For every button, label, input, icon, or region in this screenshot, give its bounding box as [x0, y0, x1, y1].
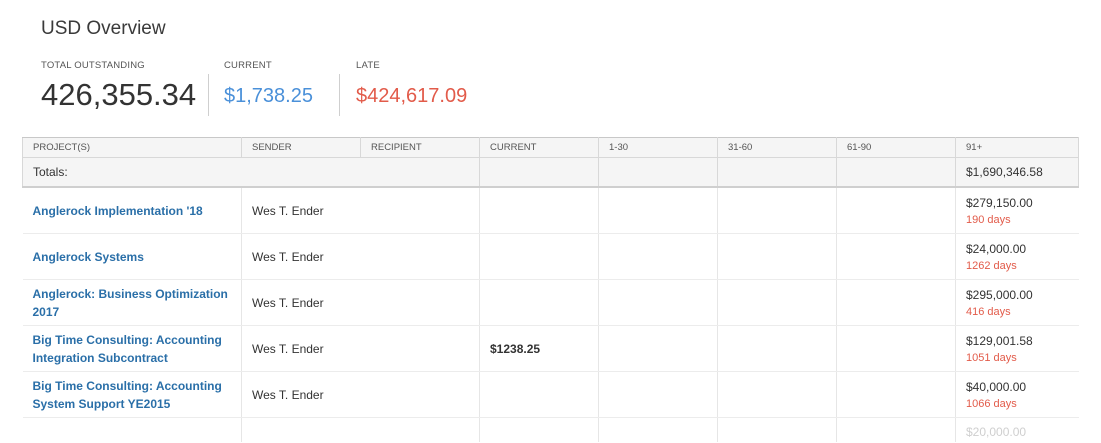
project-cell: Anglerock Systems — [22, 233, 242, 280]
current-label: CURRENT — [224, 60, 272, 71]
sender-cell: Wes T. Ender — [241, 325, 361, 372]
totals-1-30 — [598, 157, 718, 188]
sender-cell: Wes T. Ender — [241, 279, 361, 326]
column-header-projects[interactable]: PROJECT(S) — [22, 137, 242, 158]
totals-current — [479, 157, 599, 188]
table-row: Big Time Consulting: Accounting System S… — [22, 371, 1079, 418]
totals-row: Totals: $1,690,346.58 — [22, 157, 1079, 188]
project-link[interactable]: Anglerock Systems — [33, 248, 232, 266]
d91-plus-cell: $40,000.00 1066 days — [955, 371, 1079, 418]
aging-table: PROJECT(S) SENDER RECIPIENT CURRENT 1-30… — [22, 137, 1079, 442]
totals-61-90 — [836, 157, 956, 188]
d1-30-cell — [598, 417, 718, 442]
column-header-sender[interactable]: SENDER — [241, 137, 361, 158]
total-outstanding-stat: TOTAL OUTSTANDING 426,355.34 — [41, 60, 196, 113]
late-value: $424,617.09 — [356, 85, 468, 107]
d61-90-cell — [836, 417, 956, 442]
column-header-1-30[interactable]: 1-30 — [598, 137, 718, 158]
overdue-amount: $129,001.58 — [966, 333, 1033, 348]
late-stat: LATE $424,617.09 — [356, 60, 467, 108]
column-header-61-90[interactable]: 61-90 — [836, 137, 956, 158]
totals-91-plus: $1,690,346.58 — [955, 157, 1079, 188]
sender-cell: Wes T. Ender — [241, 371, 361, 418]
current-cell: $1238.25 — [479, 325, 599, 372]
current-cell — [479, 187, 599, 234]
total-outstanding-label: TOTAL OUTSTANDING — [41, 60, 145, 71]
d31-60-cell — [717, 233, 837, 280]
project-link[interactable]: Anglerock Implementation '18 — [33, 202, 232, 220]
overdue-days: 1051 days — [966, 351, 1017, 364]
current-cell — [479, 233, 599, 280]
current-cell — [479, 371, 599, 418]
current-value: $1,738.25 — [224, 85, 313, 107]
project-cell: Big Time Consulting: Accounting Integrat… — [22, 325, 242, 372]
recipient-cell — [360, 417, 480, 442]
project-link[interactable]: Anglerock: Business Optimization 2017 — [33, 285, 232, 321]
d31-60-cell — [717, 417, 837, 442]
d61-90-cell — [836, 279, 956, 326]
stat-divider — [208, 74, 209, 116]
table-row: $20,000.00 — [22, 417, 1079, 442]
totals-label: Totals: — [22, 157, 480, 188]
table-header-row: PROJECT(S) SENDER RECIPIENT CURRENT 1-30… — [22, 137, 1079, 158]
table-row: Anglerock Implementation '18 Wes T. Ende… — [22, 187, 1079, 234]
overdue-amount: $24,000.00 — [966, 241, 1027, 256]
total-outstanding-value: 426,355.34 — [41, 77, 197, 112]
d61-90-cell — [836, 371, 956, 418]
overdue-amount: $279,150.00 — [966, 195, 1033, 210]
column-header-91-plus[interactable]: 91+ — [955, 137, 1079, 158]
table-row: Big Time Consulting: Accounting Integrat… — [22, 325, 1079, 372]
table-row: Anglerock: Business Optimization 2017 We… — [22, 279, 1079, 326]
d31-60-cell — [717, 279, 837, 326]
d91-plus-cell: $129,001.58 1051 days — [955, 325, 1079, 372]
overdue-days: 190 days — [966, 213, 1011, 226]
overdue-days: 1262 days — [966, 259, 1017, 272]
overdue-days: 1066 days — [966, 397, 1017, 410]
sender-cell: Wes T. Ender — [241, 187, 361, 234]
d91-plus-cell: $295,000.00 416 days — [955, 279, 1079, 326]
current-stat: CURRENT $1,738.25 — [224, 60, 313, 108]
current-cell — [479, 417, 599, 442]
sender-cell: Wes T. Ender — [241, 233, 361, 280]
d1-30-cell — [598, 371, 718, 418]
table-row: Anglerock Systems Wes T. Ender $24,000.0… — [22, 233, 1079, 280]
sender-cell — [241, 417, 361, 442]
d61-90-cell — [836, 187, 956, 234]
d61-90-cell — [836, 233, 956, 280]
project-link[interactable]: Big Time Consulting: Accounting System S… — [33, 377, 232, 413]
d31-60-cell — [717, 187, 837, 234]
d1-30-cell — [598, 233, 718, 280]
d1-30-cell — [598, 187, 718, 234]
d31-60-cell — [717, 371, 837, 418]
overdue-amount: $40,000.00 — [966, 379, 1027, 394]
late-label: LATE — [356, 60, 380, 71]
project-cell: Anglerock Implementation '18 — [22, 187, 242, 234]
current-cell — [479, 279, 599, 326]
overdue-days: 416 days — [966, 305, 1011, 318]
d91-plus-cell: $20,000.00 — [955, 417, 1079, 442]
stat-divider — [339, 74, 340, 116]
recipient-cell — [360, 187, 480, 234]
recipient-cell — [360, 371, 480, 418]
project-cell: Big Time Consulting: Accounting System S… — [22, 371, 242, 418]
d31-60-cell — [717, 325, 837, 372]
d91-plus-cell: $24,000.00 1262 days — [955, 233, 1079, 280]
recipient-cell — [360, 233, 480, 280]
totals-31-60 — [717, 157, 837, 188]
column-header-current[interactable]: CURRENT — [479, 137, 599, 158]
d61-90-cell — [836, 325, 956, 372]
d91-plus-cell: $279,150.00 190 days — [955, 187, 1079, 234]
project-cell: Anglerock: Business Optimization 2017 — [22, 279, 242, 326]
page-title: USD Overview — [41, 18, 166, 39]
column-header-31-60[interactable]: 31-60 — [717, 137, 837, 158]
overdue-amount: $20,000.00 — [966, 425, 1027, 439]
d1-30-cell — [598, 325, 718, 372]
project-link[interactable]: Big Time Consulting: Accounting Integrat… — [33, 331, 232, 367]
overdue-amount: $295,000.00 — [966, 287, 1033, 302]
column-header-recipient[interactable]: RECIPIENT — [360, 137, 480, 158]
project-cell — [22, 417, 242, 442]
d1-30-cell — [598, 279, 718, 326]
recipient-cell — [360, 325, 480, 372]
recipient-cell — [360, 279, 480, 326]
